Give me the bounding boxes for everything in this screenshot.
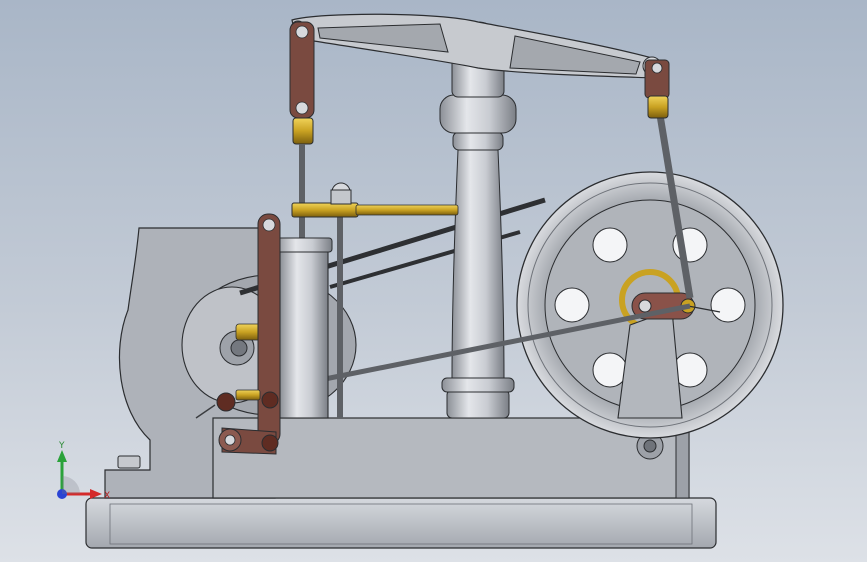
x-axis-label: X — [104, 491, 110, 501]
steam-cylinder[interactable] — [275, 237, 333, 419]
coordinate-triad: Y X — [57, 441, 110, 501]
base-plate[interactable] — [85, 497, 717, 549]
beam-engine-model[interactable] — [0, 0, 867, 562]
model-viewport[interactable]: Y X — [0, 0, 867, 562]
y-axis-label: Y — [58, 441, 65, 451]
y-axis-arrowhead — [57, 450, 67, 462]
x-axis-arrowhead — [90, 489, 102, 499]
triad-plane — [62, 476, 80, 494]
central-column[interactable] — [439, 21, 517, 419]
